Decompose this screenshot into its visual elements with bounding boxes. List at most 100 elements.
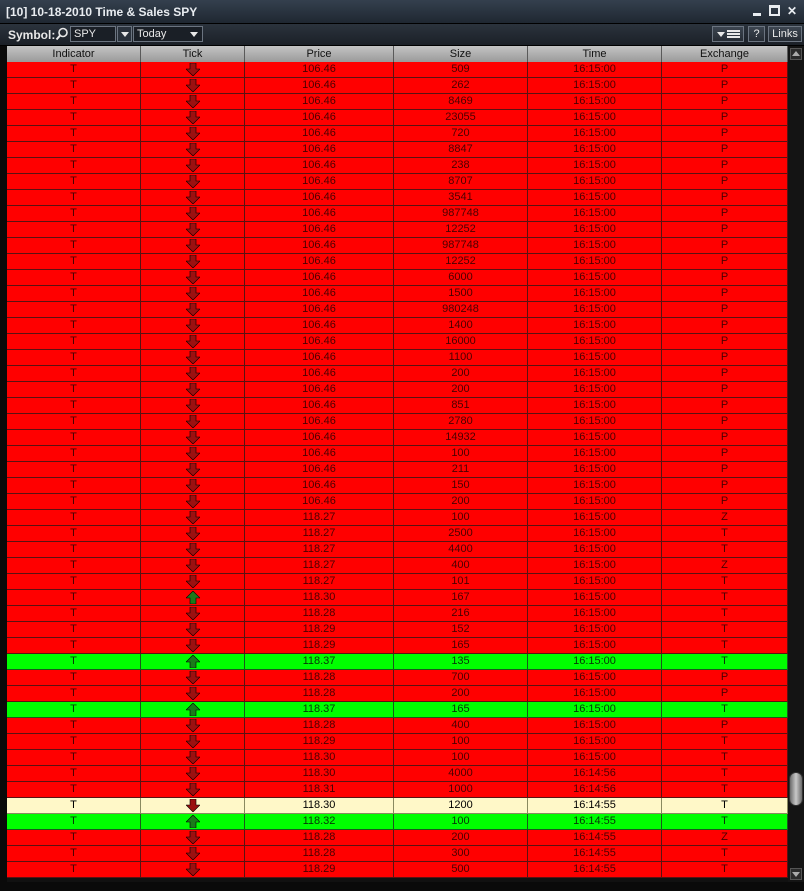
table-row[interactable]: T 106.46 509 16:15:00 P — [7, 62, 788, 78]
time-cell: 16:15:00 — [528, 542, 662, 558]
table-row[interactable]: T 118.28 400 16:15:00 P — [7, 718, 788, 734]
table-row[interactable]: T 118.28 300 16:14:55 T — [7, 846, 788, 862]
column-header-price[interactable]: Price — [245, 46, 394, 62]
table-row[interactable]: T 106.46 1400 16:15:00 P — [7, 318, 788, 334]
size-cell: 8847 — [394, 142, 528, 158]
table-row[interactable]: T 118.27 4400 16:15:00 T — [7, 542, 788, 558]
arrow-down-icon — [186, 63, 200, 76]
size-cell: 16000 — [394, 334, 528, 350]
table-row[interactable]: T 106.46 2780 16:15:00 P — [7, 414, 788, 430]
time-cell: 16:15:00 — [528, 382, 662, 398]
table-row[interactable]: T 106.46 6000 16:15:00 P — [7, 270, 788, 286]
size-cell: 165 — [394, 702, 528, 718]
table-row[interactable]: T 106.46 720 16:15:00 P — [7, 126, 788, 142]
symbol-input[interactable] — [70, 26, 116, 42]
columns-menu-button[interactable] — [712, 26, 744, 42]
table-row[interactable]: T 106.46 12252 16:15:00 P — [7, 254, 788, 270]
table-row[interactable]: T 118.32 100 16:14:55 T — [7, 814, 788, 830]
scroll-thumb[interactable] — [789, 772, 803, 806]
table-row[interactable]: T 118.30 1200 16:14:55 T — [7, 798, 788, 814]
column-header-exchange[interactable]: Exchange — [662, 46, 788, 62]
column-header-tick[interactable]: Tick — [141, 46, 245, 62]
indicator-cell: T — [7, 398, 141, 414]
table-row[interactable]: T 106.46 3541 16:15:00 P — [7, 190, 788, 206]
table-row[interactable]: T 106.46 100 16:15:00 P — [7, 446, 788, 462]
size-cell: 216 — [394, 606, 528, 622]
table-row[interactable]: T 118.30 4000 16:14:56 T — [7, 766, 788, 782]
time-cell: 16:15:00 — [528, 334, 662, 350]
maximize-icon[interactable] — [769, 5, 780, 16]
table-row[interactable]: T 106.46 8847 16:15:00 P — [7, 142, 788, 158]
tick-cell — [141, 126, 245, 142]
table-row[interactable]: T 106.46 8707 16:15:00 P — [7, 174, 788, 190]
vertical-scrollbar[interactable] — [788, 46, 804, 882]
symbol-dropdown-button[interactable] — [117, 26, 132, 42]
size-cell: 200 — [394, 686, 528, 702]
table-row[interactable]: T 106.46 12252 16:15:00 P — [7, 222, 788, 238]
scroll-down-icon[interactable] — [790, 868, 802, 880]
table-row[interactable]: T 118.37 165 16:15:00 T — [7, 702, 788, 718]
scroll-up-icon[interactable] — [790, 48, 802, 60]
table-row[interactable]: T 106.46 200 16:15:00 P — [7, 366, 788, 382]
table-row[interactable]: T 118.28 216 16:15:00 T — [7, 606, 788, 622]
table-row[interactable]: T 118.37 135 16:15:00 T — [7, 654, 788, 670]
table-row[interactable]: T 118.30 100 16:15:00 T — [7, 750, 788, 766]
links-button[interactable]: Links — [768, 26, 802, 42]
table-row[interactable]: T 106.46 16000 16:15:00 P — [7, 334, 788, 350]
price-cell: 118.28 — [245, 686, 394, 702]
price-cell: 118.28 — [245, 718, 394, 734]
arrow-down-icon — [186, 383, 200, 396]
size-cell: 1200 — [394, 798, 528, 814]
help-button[interactable]: ? — [748, 26, 765, 42]
table-row[interactable]: T 118.29 152 16:15:00 T — [7, 622, 788, 638]
table-row[interactable]: T 106.46 211 16:15:00 P — [7, 462, 788, 478]
table-row[interactable]: T 106.46 200 16:15:00 P — [7, 382, 788, 398]
price-cell: 106.46 — [245, 158, 394, 174]
table-row[interactable]: T 106.46 23055 16:15:00 P — [7, 110, 788, 126]
table-row[interactable]: T 118.29 500 16:14:55 T — [7, 862, 788, 878]
tick-cell — [141, 766, 245, 782]
time-cell: 16:15:00 — [528, 574, 662, 590]
column-header-size[interactable]: Size — [394, 46, 528, 62]
table-row[interactable]: T 106.46 262 16:15:00 P — [7, 78, 788, 94]
table-row[interactable]: T 106.46 14932 16:15:00 P — [7, 430, 788, 446]
table-row[interactable]: T 106.46 238 16:15:00 P — [7, 158, 788, 174]
close-icon[interactable]: ✕ — [786, 5, 798, 17]
table-row[interactable]: T 118.27 101 16:15:00 T — [7, 574, 788, 590]
table-row[interactable]: T 106.46 1100 16:15:00 P — [7, 350, 788, 366]
table-row[interactable]: T 106.46 1500 16:15:00 P — [7, 286, 788, 302]
table-row[interactable]: T 118.28 200 16:14:55 Z — [7, 830, 788, 846]
table-row[interactable]: T 106.46 851 16:15:00 P — [7, 398, 788, 414]
indicator-cell: T — [7, 430, 141, 446]
table-row[interactable]: T 118.27 400 16:15:00 Z — [7, 558, 788, 574]
table-row[interactable]: T 106.46 987748 16:15:00 P — [7, 206, 788, 222]
time-cell: 16:15:00 — [528, 526, 662, 542]
table-row[interactable]: T 118.31 1000 16:14:56 T — [7, 782, 788, 798]
search-icon[interactable] — [55, 27, 69, 41]
table-row[interactable]: T 118.28 200 16:15:00 P — [7, 686, 788, 702]
time-cell: 16:15:00 — [528, 686, 662, 702]
table-row[interactable]: T 118.29 100 16:15:00 T — [7, 734, 788, 750]
table-row[interactable]: T 118.30 167 16:15:00 T — [7, 590, 788, 606]
exchange-cell: P — [662, 110, 788, 126]
table-row[interactable]: T 106.46 8469 16:15:00 P — [7, 94, 788, 110]
table-row[interactable]: T 106.46 200 16:15:00 P — [7, 494, 788, 510]
column-header-indicator[interactable]: Indicator — [7, 46, 141, 62]
minimize-icon[interactable] — [751, 5, 763, 17]
table-row[interactable]: T 118.27 100 16:15:00 Z — [7, 510, 788, 526]
size-cell: 8469 — [394, 94, 528, 110]
table-row[interactable]: T 118.29 165 16:15:00 T — [7, 638, 788, 654]
exchange-cell: Z — [662, 510, 788, 526]
exchange-cell: P — [662, 62, 788, 78]
time-cell: 16:15:00 — [528, 158, 662, 174]
column-header-time[interactable]: Time — [528, 46, 662, 62]
table-row[interactable]: T 106.46 150 16:15:00 P — [7, 478, 788, 494]
table-row[interactable]: T 118.28 700 16:15:00 P — [7, 670, 788, 686]
date-range-select[interactable]: Today — [133, 26, 203, 42]
time-cell: 16:14:55 — [528, 862, 662, 878]
table-row[interactable]: T 106.46 987748 16:15:00 P — [7, 238, 788, 254]
arrow-down-icon — [186, 447, 200, 460]
table-row[interactable]: T 118.27 2500 16:15:00 T — [7, 526, 788, 542]
table-row[interactable]: T 106.46 980248 16:15:00 P — [7, 302, 788, 318]
indicator-cell: T — [7, 334, 141, 350]
